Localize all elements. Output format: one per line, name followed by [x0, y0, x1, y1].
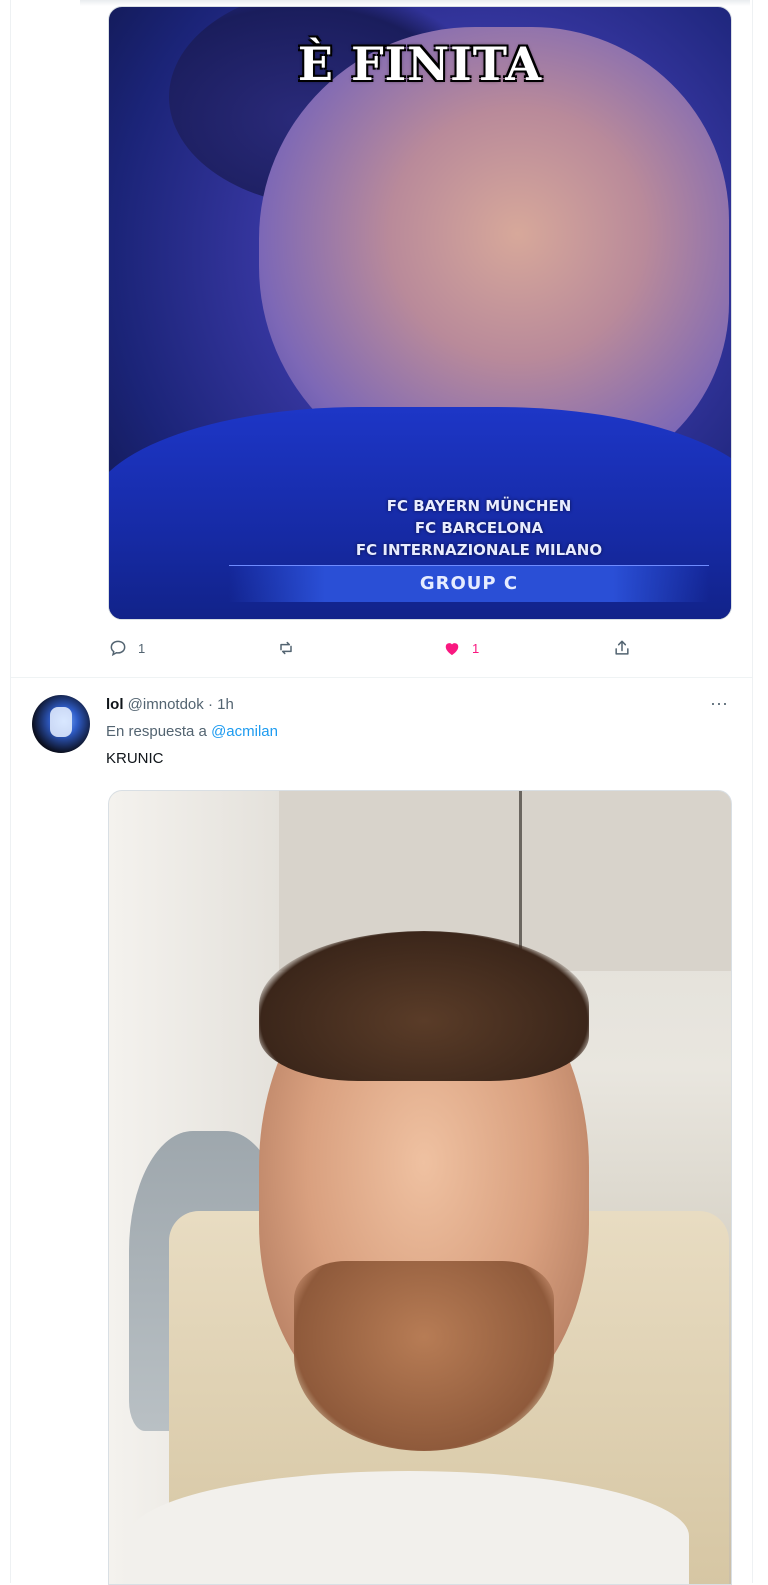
- more-options-icon[interactable]: ···: [706, 694, 732, 716]
- reply-icon: [110, 640, 126, 657]
- tv-caption: FC BAYERN MÜNCHEN FC BARCELONA FC INTERN…: [289, 495, 669, 561]
- reply-prefix: En respuesta a: [106, 723, 207, 740]
- reply-count: 1: [138, 640, 146, 656]
- caption-line: FC BARCELONA: [414, 519, 544, 537]
- group-label: GROUP C: [419, 573, 519, 594]
- tweet-divider: [11, 677, 752, 678]
- retweet-button[interactable]: [276, 636, 306, 660]
- meme-title: È FINITA: [297, 37, 543, 91]
- tweet-media-image[interactable]: [108, 790, 732, 1585]
- share-icon: [615, 640, 629, 655]
- tweet-text: KRUNIC: [106, 750, 164, 767]
- like-button[interactable]: 1: [442, 636, 479, 660]
- reply-context: En respuesta a @acmilan: [106, 723, 278, 740]
- share-button[interactable]: [612, 636, 632, 660]
- image-beard-shape: [294, 1261, 554, 1451]
- header-separator: ·: [207, 696, 213, 713]
- tweet-time[interactable]: 1h: [217, 696, 234, 713]
- heart-icon: [445, 643, 459, 656]
- retweet-icon: [280, 641, 292, 655]
- caption-line: FC BAYERN MÜNCHEN: [386, 497, 572, 515]
- timeline-right-border: [752, 0, 753, 1583]
- avatar[interactable]: [32, 695, 90, 753]
- reply-button[interactable]: 1: [108, 636, 145, 660]
- tweet-header: lol @imnotdok · 1h: [106, 696, 234, 713]
- timeline-left-border: [10, 0, 11, 1583]
- author-handle[interactable]: @imnotdok: [128, 696, 204, 713]
- group-banner: GROUP C: [229, 565, 709, 602]
- author-name[interactable]: lol: [106, 696, 124, 713]
- tweet-media-image[interactable]: È FINITA FC BAYERN MÜNCHEN FC BARCELONA …: [108, 6, 732, 620]
- like-count: 1: [472, 640, 480, 656]
- caption-line: FC INTERNAZIONALE MILANO: [355, 541, 603, 559]
- reply-to-handle-link[interactable]: @acmilan: [211, 723, 278, 740]
- avatar-figure: [50, 707, 72, 737]
- image-hair-shape: [259, 931, 589, 1081]
